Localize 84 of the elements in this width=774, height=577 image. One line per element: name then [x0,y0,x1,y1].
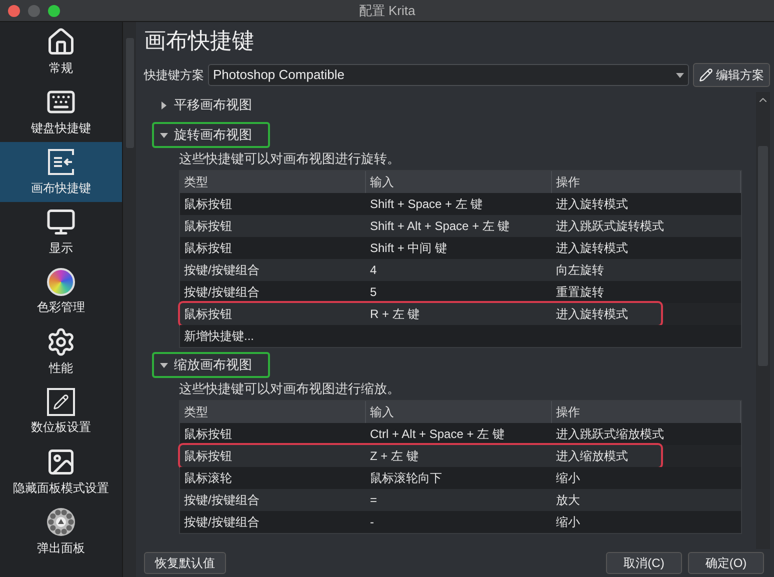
collapsed-caret-icon [162,101,166,109]
table-cell-text: 进入缩放模式 [555,448,629,465]
sidebar-item[interactable]: 显示 [0,202,122,262]
table-cell-text: Shift + Space + 左 键 [369,196,484,213]
expanded-caret-icon [160,132,168,138]
edit-scheme-button[interactable]: 编辑方案 [693,63,770,87]
sidebar-item[interactable]: 弹出面板 [0,502,122,562]
table-row[interactable]: 鼠标按钮 Shift + Space + 左 键 进入旋转模式 [180,193,741,215]
dropdown-caret-icon [676,72,684,78]
section-header[interactable]: 缩放画布视图 [156,356,266,374]
table-cell-text: Z + 左 键 [369,448,420,465]
table-cell-text: 进入跳跃式缩放模式 [555,426,665,443]
section-header[interactable]: 旋转画布视图 [156,126,266,144]
cancel-button[interactable]: 取消(C) [606,552,682,574]
section-description: 这些快捷键可以对画布视图进行旋转。 [179,150,400,168]
window-title: 配置 Krita [358,2,416,20]
sidebar-item[interactable]: 画布快捷键 [0,142,122,202]
image-icon [46,447,76,477]
table-cell-text: Ctrl + Alt + Space + 左 键 [369,426,506,443]
pencil-icon [699,68,713,82]
home-icon [46,27,76,57]
table-row[interactable]: 鼠标滚轮 鼠标滚轮向下 缩小 [180,467,741,489]
ok-button[interactable]: 确定(O) [688,552,764,574]
table-row[interactable]: 按键/按键组合 = 放大 [180,489,741,511]
color-wheel-icon [47,268,75,296]
table-cell-text: 鼠标按钮 [183,426,233,443]
table-cell-text: = [369,492,378,509]
table-cell-text: 进入旋转模式 [555,196,629,213]
table-row[interactable]: 鼠标按钮 Z + 左 键 进入缩放模式 [180,445,661,467]
sidebar-item[interactable]: 数位板设置 [0,382,122,442]
restore-defaults-button[interactable]: 恢复默认值 [144,552,226,574]
table-row[interactable]: 鼠标按钮 Ctrl + Alt + Space + 左 键 进入跳跃式缩放模式 [180,423,741,445]
table-cell-text: 鼠标滚轮 [183,470,233,487]
table-cell-text: 4 [369,262,378,279]
sidebar-item[interactable]: 色彩管理 [0,262,122,322]
section-description: 这些快捷键可以对画布视图进行缩放。 [179,380,400,398]
table-cell-text: Shift + 中间 键 [369,240,448,257]
add-shortcut-button[interactable]: 新增快捷键... [180,325,258,347]
table-cell-text: 放大 [555,492,581,509]
sidebar-item[interactable]: 键盘快捷键 [0,82,122,142]
table-cell-text: 鼠标按钮 [183,448,233,465]
table-row[interactable]: 鼠标按钮 R + 左 键 进入旋转模式 [180,303,661,325]
monitor-icon [46,207,76,237]
table-cell-text: 鼠标按钮 [183,240,233,257]
pen-tablet-icon [47,388,75,416]
table-cell-text: 向左旋转 [555,262,605,279]
maximize-window-icon[interactable] [48,4,60,16]
popup-palette-icon [46,507,76,537]
table-cell-text: 进入跳跃式旋转模式 [555,218,665,235]
content-scrollbar[interactable] [756,92,770,549]
table-cell-text: Shift + Alt + Space + 左 键 [369,218,511,235]
sidebar-item[interactable]: 隐藏面板模式设置 [0,442,122,502]
table-cell-text: R + 左 键 [369,306,421,323]
table-cell-text: 按键/按键组合 [183,262,260,279]
table-cell-text: 进入旋转模式 [555,306,629,323]
page-title: 画布快捷键 [144,27,254,55]
close-window-icon[interactable] [8,4,20,16]
sidebar-scrollbar[interactable] [122,22,136,577]
scheme-dropdown[interactable]: Photoshop Compatible [208,64,689,86]
gears-icon [46,327,76,357]
table-cell-text: 按键/按键组合 [183,514,260,531]
table-cell-text: 按键/按键组合 [183,284,260,301]
table-cell-text: 重置旋转 [555,284,605,301]
sidebar-item[interactable]: 常规 [0,22,122,82]
table-row[interactable]: 鼠标按钮 Shift + Alt + Space + 左 键 进入跳跃式旋转模式 [180,215,741,237]
table-cell-text: 缩小 [555,470,581,487]
expanded-caret-icon [160,362,168,368]
section-header[interactable]: 平移画布视图 [156,96,266,114]
table-cell-text: 鼠标按钮 [183,196,233,213]
table-cell-text: 鼠标滚轮向下 [369,470,443,487]
scheme-label: 快捷键方案 [144,67,204,84]
table-cell-text: 鼠标按钮 [183,218,233,235]
table-cell-text: - [369,514,375,531]
table-cell-text: 鼠标按钮 [183,306,233,323]
sidebar-item[interactable]: 性能 [0,322,122,382]
table-cell-text: 按键/按键组合 [183,492,260,509]
table-cell-text: 5 [369,284,378,301]
table-cell-text: 进入旋转模式 [555,240,629,257]
table-row[interactable]: 按键/按键组合 - 缩小 [180,511,741,533]
table-row[interactable]: 按键/按键组合 4 向左旋转 [180,259,741,281]
canvas-shortcut-icon [46,147,76,177]
table-row[interactable]: 按键/按键组合 5 重置旋转 [180,281,741,303]
table-cell-text: 缩小 [555,514,581,531]
table-row[interactable]: 鼠标按钮 Shift + 中间 键 进入旋转模式 [180,237,741,259]
